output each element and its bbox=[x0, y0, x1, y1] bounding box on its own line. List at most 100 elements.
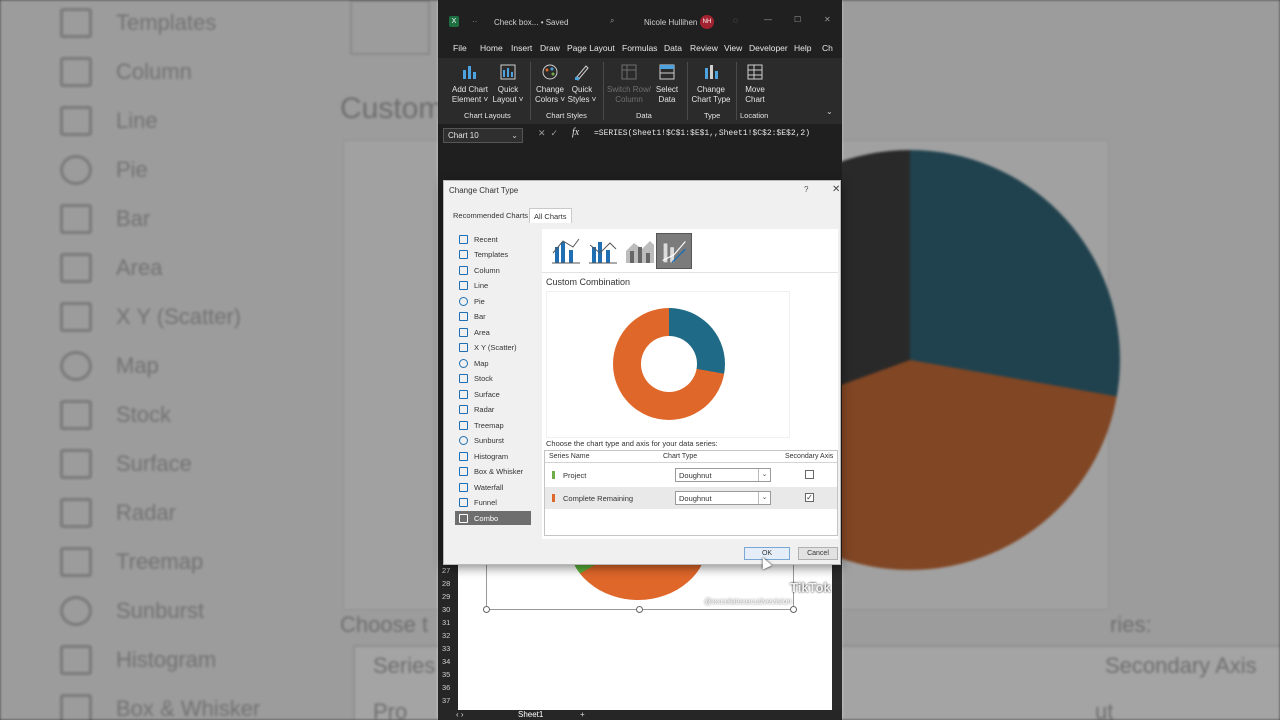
menu-chart-design[interactable]: Ch bbox=[822, 43, 833, 53]
document-name[interactable]: Check box... • Saved bbox=[494, 18, 568, 27]
menu-insert[interactable]: Insert bbox=[511, 43, 532, 53]
box-whisker-chart-icon bbox=[459, 467, 468, 476]
stock-chart-icon bbox=[459, 374, 468, 383]
add-sheet-button[interactable]: + bbox=[580, 710, 585, 719]
cancel-confirm-icons[interactable]: ✕ ✓ bbox=[538, 128, 558, 139]
category-line[interactable]: Line bbox=[455, 279, 531, 293]
group-label-chart-layouts: Chart Layouts bbox=[464, 111, 511, 120]
chart-preview bbox=[546, 291, 790, 438]
change-chart-type-button[interactable]: Change Chart Type bbox=[690, 62, 732, 105]
formula-input[interactable]: =SERIES(Sheet1!$C$1:$E$1,,Sheet1!$C$2:$E… bbox=[590, 125, 836, 165]
chart-type-select[interactable]: Doughnut ⌄ bbox=[675, 491, 771, 505]
move-chart-icon bbox=[747, 64, 763, 80]
funnel-chart-icon bbox=[459, 498, 468, 507]
select-data-icon bbox=[659, 64, 675, 80]
category-surface[interactable]: Surface bbox=[455, 387, 531, 401]
menu-review[interactable]: Review bbox=[690, 43, 718, 53]
secondary-axis-checkbox[interactable]: ✓ bbox=[805, 493, 814, 502]
function-icon[interactable]: fx bbox=[572, 127, 579, 138]
quick-styles-button[interactable]: Quick Styles ˅ bbox=[566, 62, 598, 105]
category-combo[interactable]: Combo bbox=[455, 511, 531, 525]
category-area[interactable]: Area bbox=[455, 325, 531, 339]
worksheet: 27 28 29 30 31 32 33 34 35 36 37 TikTok … bbox=[438, 480, 842, 720]
category-recent[interactable]: Recent bbox=[455, 232, 531, 246]
menu-formulas[interactable]: Formulas bbox=[622, 43, 657, 53]
category-map[interactable]: Map bbox=[455, 356, 531, 370]
menu-page-layout[interactable]: Page Layout bbox=[567, 43, 615, 53]
minimize-icon[interactable]: — bbox=[764, 15, 772, 24]
stacked-area-column-icon[interactable] bbox=[622, 233, 658, 269]
scroll-tabs-icon[interactable]: ‹ › bbox=[456, 710, 464, 719]
name-box[interactable]: Chart 10 ⌄ bbox=[443, 128, 523, 143]
category-box-whisker[interactable]: Box & Whisker bbox=[455, 465, 531, 479]
chevron-down-icon: ⌄ bbox=[511, 131, 518, 140]
quick-layout-button[interactable]: Quick Layout ˅ bbox=[490, 62, 526, 105]
vertical-scrollbar[interactable] bbox=[832, 560, 842, 710]
line-chart-icon bbox=[459, 281, 468, 290]
category-radar[interactable]: Radar bbox=[455, 403, 531, 417]
add-chart-element-button[interactable]: Add Chart Element ˅ bbox=[450, 62, 490, 105]
resize-handle[interactable] bbox=[790, 606, 797, 613]
recent-icon bbox=[459, 234, 468, 244]
table-row: Project Doughnut ⌄ bbox=[545, 464, 837, 486]
category-stock[interactable]: Stock bbox=[455, 372, 531, 386]
chart-type-select[interactable]: Doughnut ⌄ bbox=[675, 468, 771, 482]
menu-home[interactable]: Home bbox=[480, 43, 503, 53]
menu-data[interactable]: Data bbox=[664, 43, 682, 53]
map-chart-icon bbox=[459, 358, 468, 368]
bar-chart-icon bbox=[459, 312, 468, 321]
category-sunburst[interactable]: Sunburst bbox=[455, 434, 531, 448]
custom-combination-icon[interactable] bbox=[656, 233, 692, 269]
category-pie[interactable]: Pie bbox=[455, 294, 531, 308]
category-waterfall[interactable]: Waterfall bbox=[455, 480, 531, 494]
menu-draw[interactable]: Draw bbox=[540, 43, 560, 53]
resize-handle[interactable] bbox=[636, 606, 643, 613]
formula-bar: Chart 10 ⌄ ✕ ✓ fx =SERIES(Sheet1!$C$1:$E$… bbox=[438, 124, 842, 170]
change-colors-button[interactable]: Change Colors ˅ bbox=[532, 62, 568, 105]
clustered-column-line-icon[interactable] bbox=[548, 233, 584, 269]
series-table: Series Name Chart Type Secondary Axis Pr… bbox=[544, 450, 838, 536]
category-templates[interactable]: Templates bbox=[455, 248, 531, 262]
sunburst-chart-icon bbox=[459, 436, 468, 445]
tab-recommended-charts[interactable]: Recommended Charts bbox=[449, 208, 532, 223]
group-label-type: Type bbox=[704, 111, 721, 120]
surface-chart-icon bbox=[459, 389, 468, 399]
sheet-tab[interactable]: Sheet1 bbox=[518, 710, 543, 719]
category-histogram[interactable]: Histogram bbox=[455, 449, 531, 463]
lightbulb-icon[interactable]: ◌ bbox=[733, 16, 738, 25]
quick-access-icon[interactable]: ·· bbox=[472, 17, 477, 26]
clustered-column-line-secondary-axis-icon[interactable] bbox=[585, 233, 621, 269]
excel-logo-icon: X bbox=[449, 16, 459, 27]
group-label-location: Location bbox=[740, 111, 769, 120]
category-funnel[interactable]: Funnel bbox=[455, 496, 531, 510]
tiktok-logo: TikTok bbox=[790, 580, 831, 595]
select-data-button[interactable]: Select Data bbox=[652, 62, 682, 105]
category-scatter[interactable]: X Y (Scatter) bbox=[455, 341, 531, 355]
maximize-icon[interactable]: ☐ bbox=[794, 15, 801, 24]
category-bar[interactable]: Bar bbox=[455, 310, 531, 324]
menu-developer[interactable]: Developer bbox=[749, 43, 788, 53]
category-treemap[interactable]: Treemap bbox=[455, 418, 531, 432]
user-name: Nicole Hullihen bbox=[644, 18, 698, 27]
menu-bar: File Home Insert Draw Page Layout Formul… bbox=[438, 40, 842, 58]
cancel-button[interactable]: Cancel bbox=[798, 547, 838, 560]
help-icon[interactable]: ? bbox=[804, 185, 808, 194]
series-color-swatch bbox=[552, 471, 555, 479]
close-window-icon[interactable]: ✕ bbox=[824, 15, 831, 24]
header-chart-type: Chart Type bbox=[663, 453, 698, 460]
menu-help[interactable]: Help bbox=[794, 43, 811, 53]
collapse-ribbon-icon[interactable]: ⌄ bbox=[826, 107, 833, 116]
background-shade bbox=[842, 0, 1280, 720]
move-chart-button[interactable]: Move Chart bbox=[740, 62, 770, 105]
menu-view[interactable]: View bbox=[724, 43, 742, 53]
resize-handle[interactable] bbox=[483, 606, 490, 613]
menu-file[interactable]: File bbox=[453, 43, 467, 53]
series-table-header: Series Name Chart Type Secondary Axis bbox=[545, 451, 837, 463]
search-icon[interactable]: ⌕ bbox=[610, 16, 614, 26]
tab-all-charts[interactable]: All Charts bbox=[529, 208, 572, 223]
avatar[interactable]: NH bbox=[700, 15, 714, 29]
secondary-axis-checkbox[interactable] bbox=[805, 470, 814, 479]
doughnut-hole bbox=[641, 336, 697, 392]
category-column[interactable]: Column bbox=[455, 263, 531, 277]
close-icon[interactable]: ✕ bbox=[832, 184, 840, 195]
